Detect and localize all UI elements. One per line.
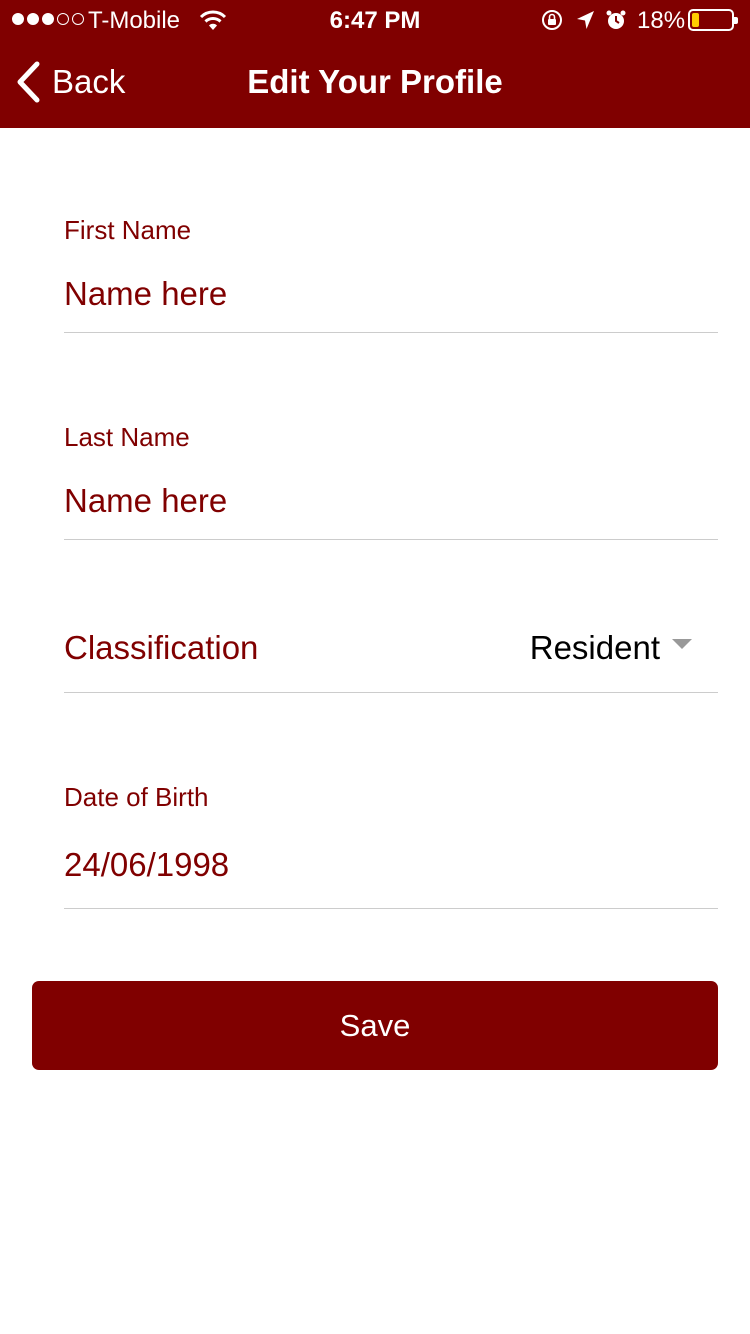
last-name-input[interactable]	[64, 476, 718, 526]
classification-select[interactable]: Resident	[530, 628, 692, 668]
date-of-birth-input[interactable]	[64, 840, 718, 890]
save-button[interactable]: Save	[32, 981, 718, 1070]
caret-down-icon	[672, 639, 692, 649]
battery-nub	[734, 17, 738, 24]
alarm-icon	[606, 10, 626, 29]
last-name-field: Last Name	[64, 415, 718, 540]
first-name-label: First Name	[64, 215, 192, 245]
app-header: T-Mobile 6:47 PM 18% Back Edit Your Prof…	[0, 0, 750, 128]
date-of-birth-field: Date of Birth	[64, 775, 718, 909]
rotation-lock-icon	[542, 10, 562, 30]
battery-percent: 18%	[637, 7, 686, 34]
first-name-input[interactable]	[64, 269, 718, 319]
status-bar: T-Mobile 6:47 PM 18%	[0, 0, 750, 40]
page-title: Edit Your Profile	[247, 63, 503, 100]
date-of-birth-label: Date of Birth	[64, 782, 209, 812]
last-name-label: Last Name	[64, 422, 190, 452]
classification-field: Classification Resident	[64, 606, 718, 693]
classification-label: Classification	[64, 629, 259, 666]
location-arrow-icon	[577, 11, 594, 29]
battery-level-fill	[692, 13, 699, 27]
classification-value: Resident	[529, 629, 660, 666]
battery-icon	[688, 9, 738, 31]
first-name-field: First Name	[64, 208, 718, 333]
